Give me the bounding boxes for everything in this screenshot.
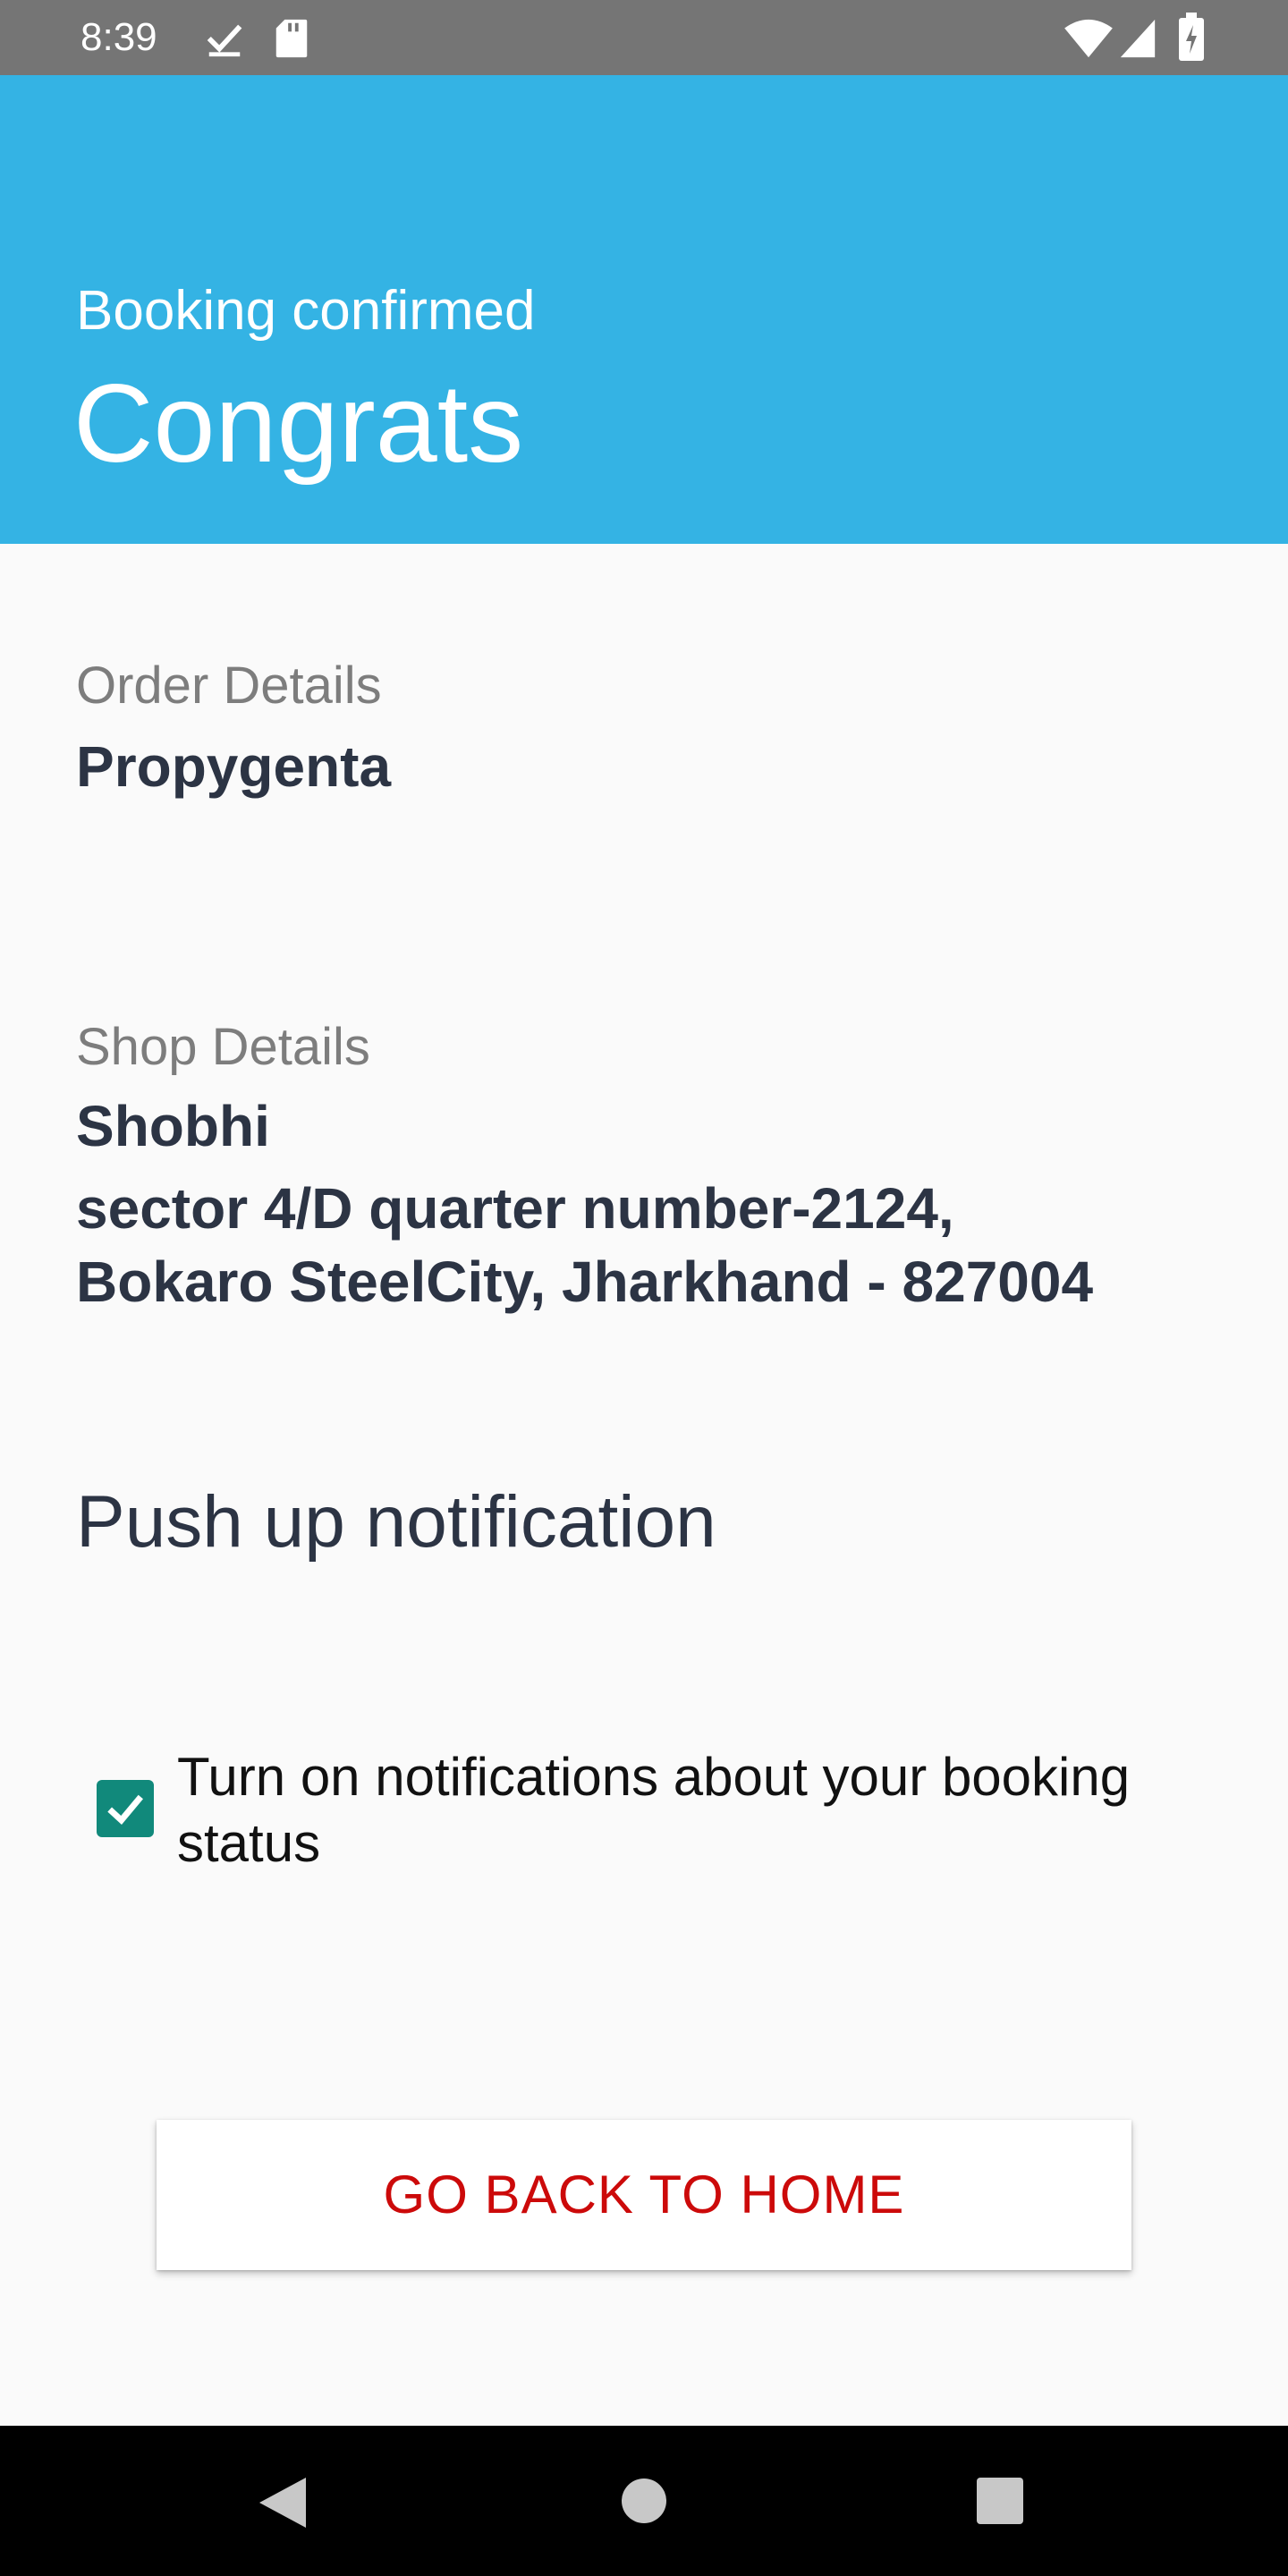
notification-checkbox-label[interactable]: Turn on notifications about your booking… — [177, 1744, 1215, 1877]
header-subtitle: Booking confirmed — [76, 280, 536, 342]
navigation-bar — [0, 2426, 1288, 2576]
sd-card-icon — [275, 19, 308, 58]
signal-icon — [1120, 19, 1156, 58]
confirmation-header: Booking confirmed Congrats — [0, 75, 1288, 544]
back-icon[interactable] — [256, 2474, 309, 2531]
wifi-icon — [1064, 19, 1113, 58]
recents-icon[interactable] — [977, 2478, 1023, 2524]
push-notification-title: Push up notification — [76, 1481, 716, 1563]
shop-address-line1: sector 4/D quarter number-2124, — [76, 1176, 954, 1241]
go-back-home-button[interactable]: GO BACK TO HOME — [157, 2120, 1131, 2270]
check-icon — [107, 1794, 143, 1826]
download-done-icon — [207, 24, 242, 57]
shop-details-label: Shop Details — [76, 1018, 370, 1076]
notification-option[interactable]: Turn on notifications about your booking… — [97, 1744, 1206, 1878]
header-title: Congrats — [73, 362, 524, 486]
shop-address-line2: Bokaro SteelCity, Jharkhand - 827004 — [76, 1250, 1094, 1314]
status-time: 8:39 — [80, 15, 157, 59]
status-bar: 8:39 — [0, 0, 1288, 75]
order-details-label: Order Details — [76, 657, 382, 715]
shop-name: Shobhi — [76, 1094, 270, 1158]
order-name: Propygenta — [76, 734, 392, 799]
battery-charging-icon — [1179, 13, 1204, 61]
notification-checkbox[interactable] — [97, 1780, 154, 1837]
home-icon[interactable] — [621, 2478, 667, 2524]
